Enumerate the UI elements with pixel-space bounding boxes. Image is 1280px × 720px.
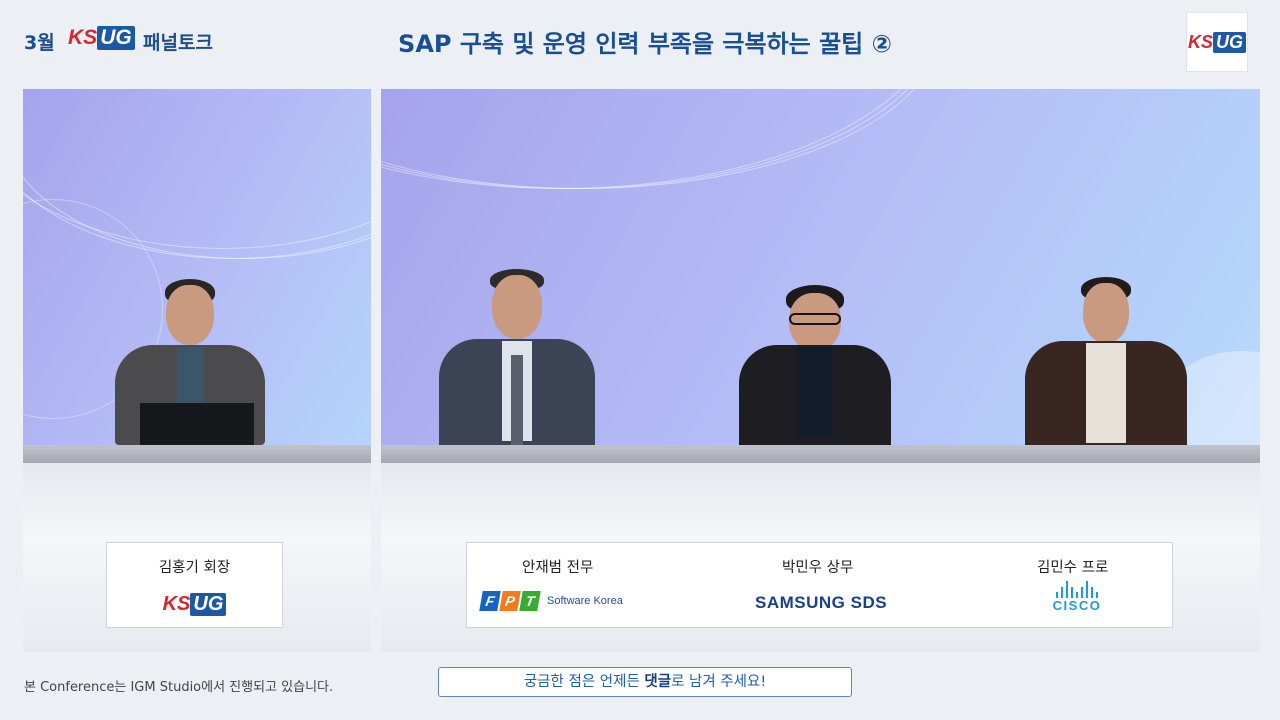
panelist-3-person <box>1025 277 1187 449</box>
moderator-name: 김홍기 회장 <box>158 560 231 576</box>
cisco-bars-icon <box>1045 581 1109 598</box>
panelist-1-name: 안재범 전무 <box>522 560 594 576</box>
panel-talk-label: 패널토크 <box>143 32 213 54</box>
cisco-logo: CISCO <box>1045 581 1109 613</box>
page-title: SAP 구축 및 운영 인력 부족을 극복하는 꿀팁 ② <box>398 30 892 58</box>
ksug-logo: KS UG <box>68 26 135 50</box>
panelist-2-name: 박민우 상무 <box>782 560 854 576</box>
laptop <box>140 403 254 445</box>
month-label: 3월 <box>24 32 55 54</box>
moderator-ksug-logo: KS UG <box>107 591 282 616</box>
moderator-nameplate: 김홍기 회장 KS UG <box>106 542 283 628</box>
studio-note: 본 Conference는 IGM Studio에서 진행되고 있습니다. <box>24 680 334 695</box>
fpt-logo: F P T Software Korea <box>479 591 623 611</box>
comment-prompt-box: 궁금한 점은 언제든 댓글로 남겨 주세요! <box>438 667 852 697</box>
panelist-2-person <box>739 285 891 449</box>
header-bar: 3월 KS UG 패널토크 SAP 구축 및 운영 인력 부족을 극복하는 꿀팁 … <box>0 0 1280 82</box>
samsung-sds-logo: SAMSUNG SDS <box>755 593 888 612</box>
moderator-person <box>115 279 265 449</box>
panelist-3-name: 김민수 프로 <box>1037 560 1109 576</box>
panelist-1-person <box>439 269 595 449</box>
panelists-nameplate: 안재범 전무 박민우 상무 김민수 프로 F P T Software Kore… <box>466 542 1173 628</box>
corner-ksug-logo: KS UG <box>1186 12 1248 72</box>
